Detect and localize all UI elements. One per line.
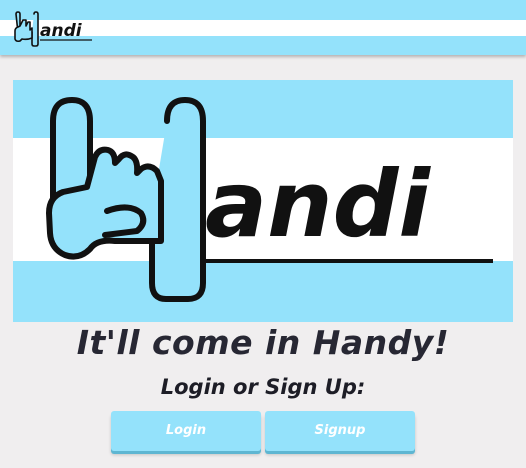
hero-banner: andi bbox=[13, 80, 513, 322]
nav-logo-text: andi bbox=[40, 21, 83, 41]
signup-button[interactable]: Signup bbox=[265, 411, 415, 451]
rock-hand-icon bbox=[46, 97, 206, 302]
navbar: andi bbox=[0, 0, 526, 55]
login-button[interactable]: Login bbox=[111, 411, 261, 451]
hero-logo-text: andi bbox=[205, 151, 431, 258]
tagline: It'll come in Handy! bbox=[76, 323, 450, 362]
nav-logo[interactable]: andi bbox=[13, 11, 95, 47]
rock-hand-icon bbox=[14, 11, 39, 47]
login-signup-heading: Login or Sign Up: bbox=[160, 375, 366, 399]
hero-logo: andi bbox=[45, 93, 495, 303]
